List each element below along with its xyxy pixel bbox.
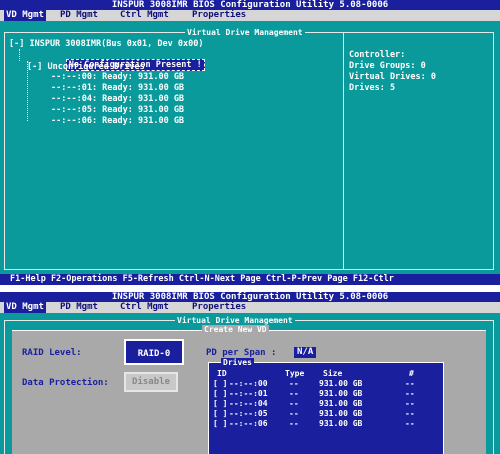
- drive-size: 931.00 GB: [319, 389, 363, 398]
- drive-groups-count: Drive Groups: 0: [349, 61, 426, 71]
- vd-management-panel: Virtual Drive Management [-] INSPUR 3008…: [4, 28, 494, 270]
- status-bar: F1-Help F2-Operations F5-Refresh Ctrl-N-…: [0, 274, 500, 285]
- drive-type: --: [289, 389, 299, 398]
- drive-num: --: [405, 409, 415, 418]
- drive-size: 931.00 GB: [319, 419, 363, 428]
- dialog-title: Create New VD: [202, 325, 269, 334]
- drive-node[interactable]: --:--:01: Ready: 931.00 GB: [51, 83, 184, 93]
- vd-management-screen: INSPUR 3008IMR BIOS Configuration Utilit…: [0, 0, 500, 285]
- drive-type: --: [289, 409, 299, 418]
- menu-bar: VD Mgmt PD Mgmt Ctrl Mgmt Properties: [0, 10, 500, 21]
- drives-count: Drives: 5: [349, 83, 396, 93]
- drive-id: --:--:00: [229, 379, 268, 388]
- menu-bar: VD Mgmt PD Mgmt Ctrl Mgmt Properties: [0, 302, 500, 313]
- controller-heading: Controller:: [349, 50, 406, 60]
- data-protection-label: Data Protection:: [22, 378, 109, 388]
- drives-header-id: ID: [217, 369, 227, 378]
- drive-num: --: [405, 379, 415, 388]
- drive-type: --: [289, 419, 299, 428]
- controller-tree-root[interactable]: [-] INSPUR 3008IMR(Bus 0x01, Dev 0x00): [9, 39, 203, 49]
- drive-node[interactable]: --:--:06: Ready: 931.00 GB: [51, 116, 184, 126]
- drive-num: --: [405, 399, 415, 408]
- tab-pd-mgmt[interactable]: PD Mgmt: [58, 302, 100, 313]
- drives-header-type: Type: [285, 369, 305, 378]
- pd-per-span-value[interactable]: N/A: [294, 347, 317, 358]
- create-vd-screen: INSPUR 3008IMR BIOS Configuration Utilit…: [0, 292, 500, 454]
- drive-id: --:--:05: [229, 409, 268, 418]
- drive-type: --: [289, 399, 299, 408]
- drive-size: 931.00 GB: [319, 399, 363, 408]
- drive-node[interactable]: --:--:04: Ready: 931.00 GB: [51, 94, 184, 104]
- drive-type: --: [289, 379, 299, 388]
- tab-ctrl-mgmt[interactable]: Ctrl Mgmt: [118, 302, 171, 313]
- drive-node[interactable]: --:--:05: Ready: 931.00 GB: [51, 105, 184, 115]
- drives-header-size: Size: [323, 369, 343, 378]
- drives-title: Drives: [221, 358, 254, 367]
- tab-vd-mgmt[interactable]: VD Mgmt: [4, 10, 46, 21]
- title-bar: INSPUR 3008IMR BIOS Configuration Utilit…: [0, 292, 500, 302]
- drive-id: --:--:06: [229, 419, 268, 428]
- drive-checkbox[interactable]: [ ]: [213, 419, 227, 429]
- drive-size: 931.00 GB: [319, 409, 363, 418]
- drive-id: --:--:01: [229, 389, 268, 398]
- virtual-drives-count: Virtual Drives: 0: [349, 72, 436, 82]
- drive-checkbox[interactable]: [ ]: [213, 409, 227, 419]
- tab-ctrl-mgmt[interactable]: Ctrl Mgmt: [118, 10, 171, 21]
- raid-level-label: RAID Level:: [22, 348, 82, 358]
- drive-checkbox[interactable]: [ ]: [213, 399, 227, 409]
- panel-title: Virtual Drive Management: [175, 316, 295, 325]
- pd-per-span-label: PD per Span :: [206, 348, 277, 358]
- drive-num: --: [405, 419, 415, 428]
- drives-header-num: #: [409, 369, 414, 378]
- raid-level-select[interactable]: RAID-0: [124, 339, 184, 365]
- unconfigured-drives-node[interactable]: [-] Unconfigured Drives: [27, 62, 145, 72]
- drives-list: Drives ID Type Size # [ ] --:--:00 -- 93…: [208, 358, 444, 454]
- tab-vd-mgmt[interactable]: VD Mgmt: [4, 302, 46, 313]
- drive-id: --:--:04: [229, 399, 268, 408]
- drive-size: 931.00 GB: [319, 379, 363, 388]
- data-protection-select[interactable]: Disable: [124, 372, 178, 392]
- drive-checkbox[interactable]: [ ]: [213, 379, 227, 389]
- drive-node[interactable]: --:--:00: Ready: 931.00 GB: [51, 72, 184, 82]
- drive-checkbox[interactable]: [ ]: [213, 389, 227, 399]
- tab-pd-mgmt[interactable]: PD Mgmt: [58, 10, 100, 21]
- panel-divider: [343, 33, 344, 269]
- drive-num: --: [405, 389, 415, 398]
- tab-properties[interactable]: Properties: [190, 302, 248, 313]
- title-bar: INSPUR 3008IMR BIOS Configuration Utilit…: [0, 0, 500, 10]
- tab-properties[interactable]: Properties: [190, 10, 248, 21]
- panel-title: Virtual Drive Management: [185, 28, 305, 37]
- tree-connector: [19, 49, 21, 61]
- create-vd-dialog: Create New VD RAID Level: RAID-0 Data Pr…: [12, 325, 486, 454]
